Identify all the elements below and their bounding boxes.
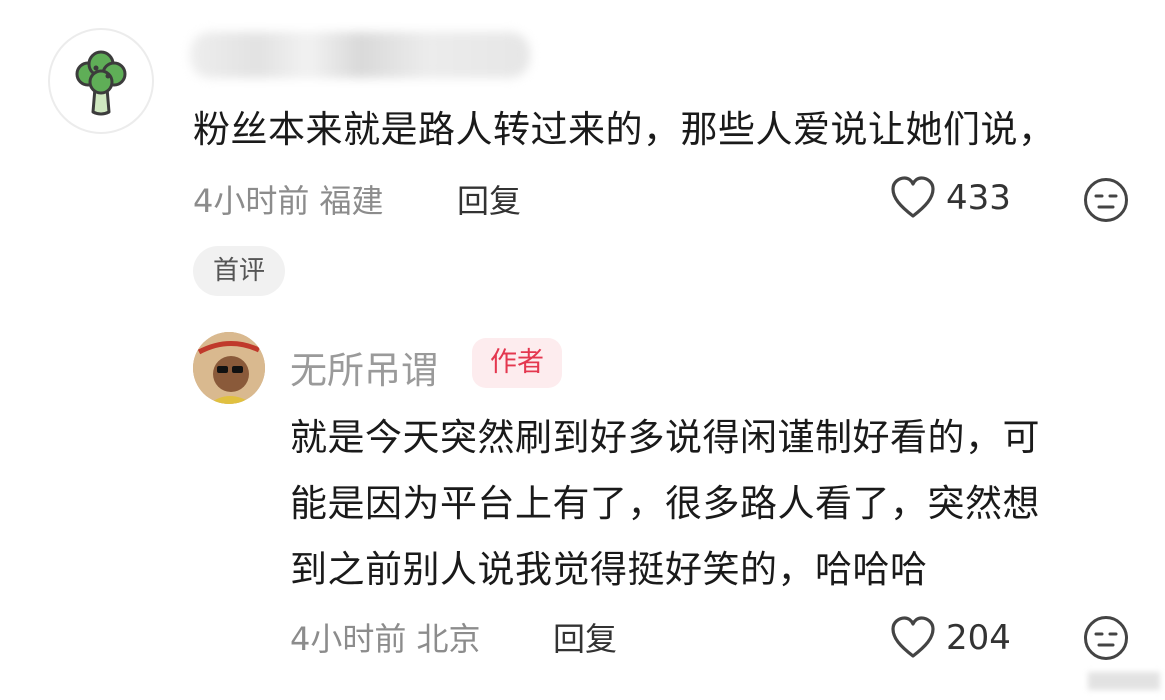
blurred-username xyxy=(190,32,530,78)
comment-text: 粉丝本来就是路人转过来的，那些人爱说让她们说， xyxy=(193,108,1056,151)
watermark xyxy=(1088,672,1160,690)
dislike-face-icon[interactable] xyxy=(1082,614,1130,662)
like-count: 204 xyxy=(946,618,1011,658)
commenter-avatar[interactable] xyxy=(48,28,154,134)
author-badge: 作者 xyxy=(472,338,562,388)
heart-icon[interactable] xyxy=(890,616,936,660)
reply-text-line: 到之前别人说我觉得挺好笑的，哈哈哈 xyxy=(290,548,928,591)
reply-button[interactable]: 回复 xyxy=(457,176,521,222)
author-avatar[interactable] xyxy=(193,332,265,404)
like-count: 433 xyxy=(946,178,1011,218)
reply-text-line: 能是因为平台上有了，很多路人看了，突然想 xyxy=(290,482,1040,525)
reply-button[interactable]: 回复 xyxy=(553,614,617,660)
reply-text: 就是今天突然刷到好多说得闲谨制好看的，可 能是因为平台上有了，很多路人看了，突然… xyxy=(290,405,1140,603)
heart-icon[interactable] xyxy=(890,176,936,220)
first-comment-tag: 首评 xyxy=(193,246,286,296)
dislike-face-icon[interactable] xyxy=(1082,176,1130,224)
author-avatar-image xyxy=(193,332,265,404)
comment-meta: 4小时前 福建 xyxy=(193,182,384,220)
comment-thread: 粉丝本来就是路人转过来的，那些人爱说让她们说， 4小时前 福建 回复 433 首… xyxy=(0,0,1165,700)
reply-text-line: 就是今天突然刷到好多说得闲谨制好看的，可 xyxy=(290,416,1040,459)
author-name[interactable]: 无所吊谓 xyxy=(290,340,438,394)
reply-meta: 4小时前 北京 xyxy=(290,620,481,658)
broccoli-icon xyxy=(75,50,127,116)
